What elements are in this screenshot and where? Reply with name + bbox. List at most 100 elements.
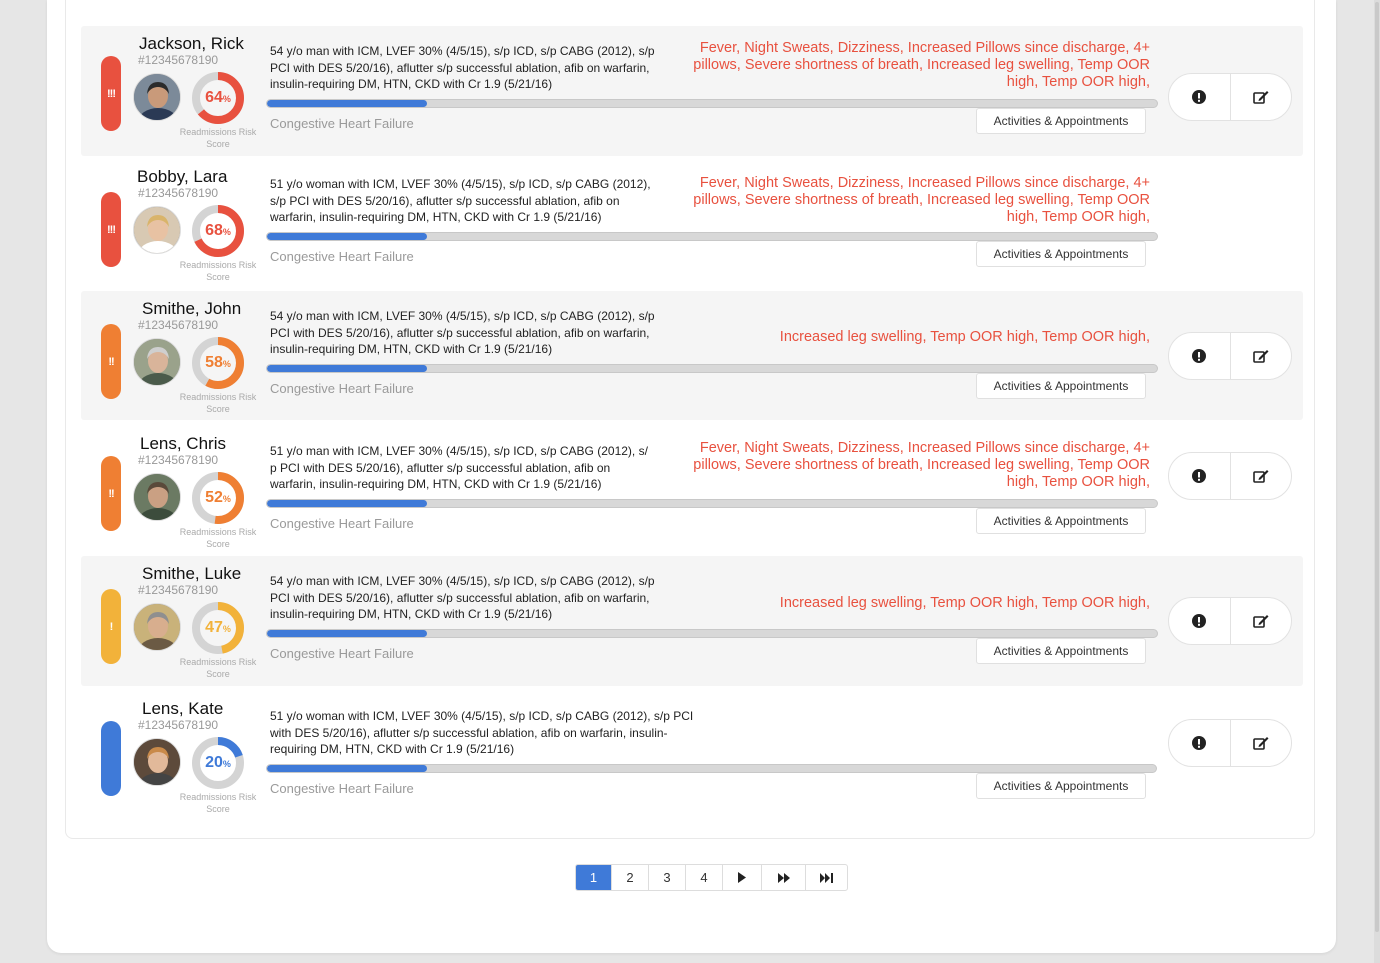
risk-score-gauge: 47% <box>191 601 245 655</box>
risk-score-caption: Readmissions Risk Score <box>173 259 263 283</box>
alert-button[interactable] <box>1169 333 1230 379</box>
patient-row[interactable]: !!! Bobby, Lara #12345678190 68% Readmission… <box>81 159 1303 287</box>
alert-level-pill <box>101 721 121 796</box>
patient-row[interactable]: !!! Jackson, Rick #12345678190 64% Readmissi… <box>81 26 1303 156</box>
symptom-alert-line: high, Temp OOR high, <box>1006 474 1150 490</box>
risk-score-caption: Readmissions Risk Score <box>173 126 263 150</box>
risk-score-value: 58% <box>191 336 245 391</box>
risk-score-number: 47 <box>205 619 223 636</box>
avatar <box>133 473 181 521</box>
page-card: !!! Jackson, Rick #12345678190 64% Readmissi… <box>47 0 1336 953</box>
risk-caption-line: Score <box>206 404 230 414</box>
patient-row[interactable]: ! Smithe, Luke #12345678190 47% Readmissions… <box>81 556 1303 686</box>
patient-id: #12345678190 <box>138 53 219 67</box>
care-progress-bar <box>266 499 1158 508</box>
diagnosis-label: Congestive Heart Failure <box>270 646 414 661</box>
care-progress-bar <box>266 99 1158 108</box>
symptom-alerts: Increased leg swelling, Temp OOR high, T… <box>780 329 1150 346</box>
risk-score-value: 47% <box>191 601 245 656</box>
patient-name[interactable]: Jackson, Rick <box>139 34 244 54</box>
edit-button[interactable] <box>1229 453 1292 499</box>
risk-score-value: 68% <box>191 204 245 259</box>
pager-next-button[interactable] <box>722 865 761 890</box>
risk-score-value: 20% <box>191 736 245 791</box>
edit-button[interactable] <box>1229 598 1292 644</box>
patient-row[interactable]: !! Lens, Chris #12345678190 52% Readmissions… <box>81 426 1303 554</box>
avatar <box>133 73 181 121</box>
alert-button[interactable] <box>1169 74 1230 120</box>
symptom-alerts: Fever, Night Sweats, Dizziness, Increase… <box>693 440 1150 491</box>
patient-row[interactable]: !! Smithe, John #12345678190 58% Readmission… <box>81 291 1303 420</box>
patient-id: #12345678190 <box>138 718 219 732</box>
patient-summary: 54 y/o man with ICM, LVEF 30% (4/5/15), … <box>270 308 665 358</box>
patient-name[interactable]: Bobby, Lara <box>137 167 227 187</box>
summary-line: requiring DM, HTN, CKD with Cr 1.9 (5/21… <box>270 742 515 756</box>
care-progress-bar <box>266 232 1158 241</box>
edit-icon <box>1252 91 1269 104</box>
patient-actions <box>1168 452 1292 500</box>
diagnosis-label: Congestive Heart Failure <box>270 116 414 131</box>
pager-page-4[interactable]: 4 <box>685 865 722 890</box>
diagnosis-label: Congestive Heart Failure <box>270 381 414 396</box>
scrollbar-track[interactable] <box>1374 0 1380 963</box>
diagnosis-label: Congestive Heart Failure <box>270 516 414 531</box>
pager-page-1[interactable]: 1 <box>576 865 611 890</box>
summary-line: s/p PCI with DES 5/20/16), aflutter s/p … <box>270 193 620 208</box>
activities-appointments-button[interactable]: Activities & Appointments <box>976 638 1146 664</box>
risk-caption-line: Readmissions Risk <box>179 657 257 667</box>
next-icon <box>738 872 746 883</box>
risk-score-value: 64% <box>191 71 245 126</box>
last-page-icon <box>819 872 833 883</box>
summary-line: insulin-requiring DM, HTN, CKD with Cr 1… <box>270 342 553 356</box>
avatar <box>133 738 181 786</box>
patient-name[interactable]: Lens, Chris <box>140 434 226 454</box>
risk-score-unit: % <box>222 759 231 769</box>
symptom-alert-line: Increased leg swelling, Temp OOR high, T… <box>779 595 1150 611</box>
edit-button[interactable] <box>1229 720 1292 766</box>
summary-line: 51 y/o woman with ICM, LVEF 30% (4/5/15)… <box>270 177 651 191</box>
edit-button[interactable] <box>1229 74 1292 120</box>
alert-button[interactable] <box>1169 598 1230 644</box>
alert-level-pill: !! <box>101 324 121 399</box>
activities-appointments-button[interactable]: Activities & Appointments <box>976 508 1146 534</box>
risk-score-caption: Readmissions Risk Score <box>173 526 263 550</box>
care-progress-bar <box>266 764 1157 773</box>
risk-score-number: 64 <box>205 89 223 106</box>
risk-score-caption: Readmissions Risk Score <box>173 656 263 680</box>
risk-caption-line: Readmissions Risk <box>179 392 257 402</box>
activities-appointments-button[interactable]: Activities & Appointments <box>976 108 1146 134</box>
edit-button[interactable] <box>1229 333 1292 379</box>
patient-id: #12345678190 <box>138 583 219 597</box>
diagnosis-label: Congestive Heart Failure <box>270 249 414 264</box>
alert-level-pill: !! <box>101 456 121 531</box>
alert-level-pill: ! <box>101 589 121 664</box>
summary-line: with DES 5/20/16), aflutter s/p successf… <box>270 725 668 740</box>
pager-page-2[interactable]: 2 <box>611 865 648 890</box>
pager-page-3[interactable]: 3 <box>648 865 685 890</box>
activities-appointments-button[interactable]: Activities & Appointments <box>976 773 1146 799</box>
patient-id: #12345678190 <box>138 318 219 332</box>
alert-button[interactable] <box>1169 453 1230 499</box>
patient-name[interactable]: Smithe, Luke <box>142 564 241 584</box>
patient-actions <box>1168 332 1292 380</box>
alert-button[interactable] <box>1169 720 1230 766</box>
summary-line: PCI with DES 5/20/16), aflutter s/p succ… <box>270 325 650 340</box>
risk-score-caption: Readmissions Risk Score <box>173 791 263 815</box>
patient-id: #12345678190 <box>138 186 219 200</box>
pager-last-button[interactable] <box>805 865 847 890</box>
summary-line: warfarin, insulin-requiring DM, HTN, CKD… <box>270 477 602 491</box>
care-progress-fill <box>267 365 428 372</box>
patient-summary: 54 y/o man with ICM, LVEF 30% (4/5/15), … <box>270 43 665 93</box>
risk-score-unit: % <box>222 494 231 504</box>
activities-appointments-button[interactable]: Activities & Appointments <box>976 241 1146 267</box>
activities-appointments-button[interactable]: Activities & Appointments <box>976 373 1146 399</box>
patient-row[interactable]: Lens, Kate #12345678190 20% Readmissions Ri… <box>81 691 1303 819</box>
patient-name[interactable]: Smithe, John <box>142 299 241 319</box>
risk-score-gauge: 68% <box>191 204 245 258</box>
symptom-alert-line: pillows, Severe shortness of breath, Inc… <box>693 57 1150 73</box>
risk-caption-line: Readmissions Risk <box>179 260 257 270</box>
pager-fast-forward-button[interactable] <box>761 865 805 890</box>
patient-name[interactable]: Lens, Kate <box>142 699 223 719</box>
scrollbar-thumb[interactable] <box>1375 2 1379 932</box>
patient-actions <box>1168 597 1292 645</box>
